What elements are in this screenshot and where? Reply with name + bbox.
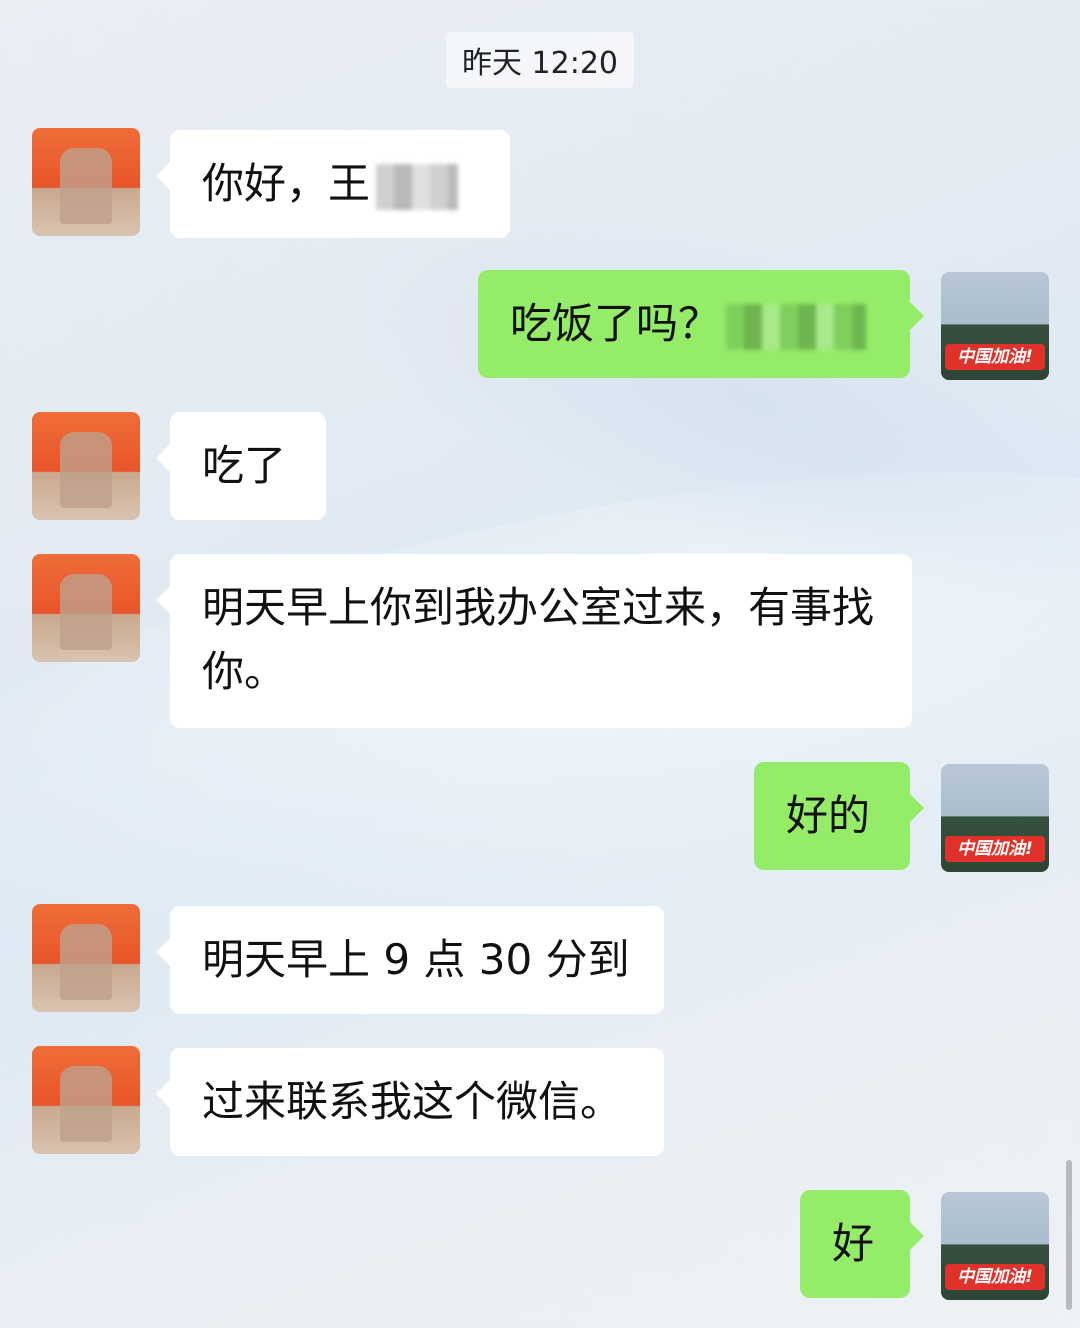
outgoing-message-bubble[interactable]: 好 (800, 1190, 924, 1298)
blurred-person-icon (60, 1066, 112, 1142)
incoming-message-bubble[interactable]: 吃了 (156, 412, 326, 520)
my-avatar[interactable]: 中国加油! (941, 272, 1049, 380)
contact-avatar[interactable] (32, 412, 140, 520)
avatar-badge: 中国加油! (945, 344, 1045, 370)
contact-avatar[interactable] (32, 1046, 140, 1154)
outgoing-message-bubble[interactable]: 好的 (754, 762, 924, 870)
message-text: 过来联系我这个微信。 (202, 1077, 623, 1126)
incoming-message-bubble[interactable]: 明天早上 9 点 30 分到 (156, 906, 664, 1014)
message-text: 明天早上你到我办公室过来，有事找你。 (202, 583, 875, 696)
message-text: 好 (832, 1219, 875, 1268)
outgoing-message-bubble[interactable]: 吃饭了吗？ (478, 270, 924, 378)
my-avatar[interactable]: 中国加油! (941, 1192, 1049, 1300)
message-text: 你好，王 (202, 159, 371, 208)
avatar-badge: 中国加油! (945, 836, 1045, 862)
scrollbar[interactable] (1066, 1160, 1072, 1310)
incoming-message-bubble[interactable]: 明天早上你到我办公室过来，有事找你。 (156, 554, 912, 728)
message-timestamp: 昨天 12:20 (446, 32, 634, 88)
blurred-person-icon (60, 924, 112, 1000)
message-text: 好的 (786, 791, 871, 840)
message-text: 吃饭了吗？ (510, 299, 721, 348)
redacted-mosaic (726, 303, 867, 350)
my-avatar[interactable]: 中国加油! (941, 764, 1049, 872)
blurred-person-icon (60, 432, 112, 508)
incoming-message-bubble[interactable]: 过来联系我这个微信。 (156, 1048, 664, 1156)
contact-avatar[interactable] (32, 554, 140, 662)
contact-avatar[interactable] (32, 904, 140, 1012)
message-text: 明天早上 9 点 30 分到 (202, 935, 630, 984)
avatar-badge: 中国加油! (945, 1264, 1045, 1290)
message-text: 吃了 (202, 441, 287, 490)
redacted-mosaic (376, 163, 459, 210)
blurred-person-icon (60, 148, 112, 224)
contact-avatar[interactable] (32, 128, 140, 236)
blurred-person-icon (60, 574, 112, 650)
incoming-message-bubble[interactable]: 你好，王 (156, 130, 510, 238)
